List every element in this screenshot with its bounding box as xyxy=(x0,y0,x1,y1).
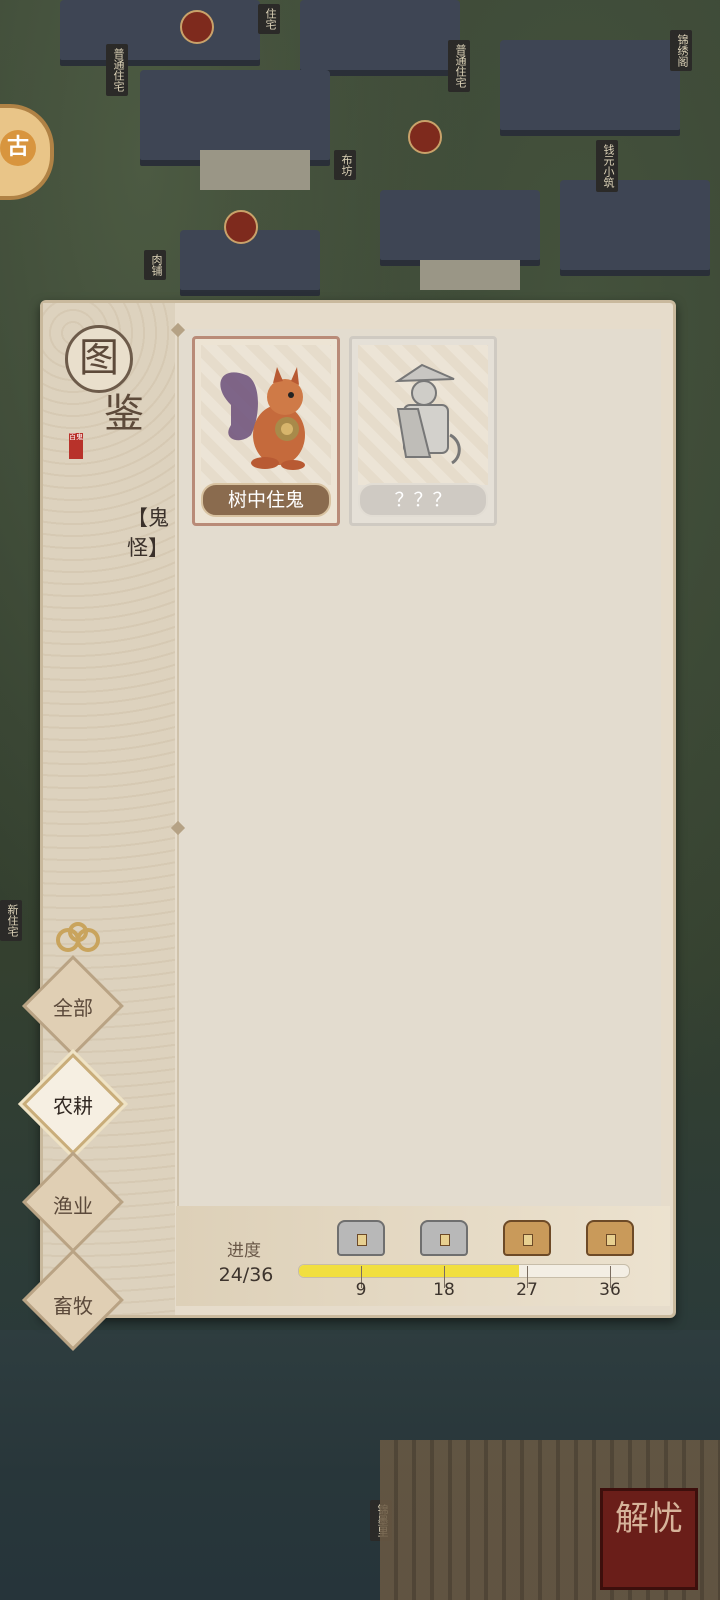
squirrel-icon xyxy=(201,345,331,485)
reward-chest-icon[interactable] xyxy=(420,1220,468,1256)
resident-marker[interactable] xyxy=(180,10,214,44)
building-roof xyxy=(300,0,460,70)
progress-label: 进度 xyxy=(227,1241,261,1261)
milestone-label: 36 xyxy=(599,1280,621,1300)
reward-chest-icon[interactable] xyxy=(337,1220,385,1256)
codex-title: 图 鉴 百鬼 xyxy=(65,325,155,459)
milestone-label: 27 xyxy=(516,1280,538,1300)
tab-farming-label[interactable]: 农耕 xyxy=(23,1090,123,1119)
tab-all-label[interactable]: 全部 xyxy=(23,992,123,1021)
codex-card-locked[interactable]: ？？？ xyxy=(349,336,497,526)
decorative-knot-icon xyxy=(54,922,102,962)
building-roof xyxy=(60,0,260,60)
progress-section: 进度 24/36 9 18 27 36 xyxy=(176,1206,670,1306)
building-roof xyxy=(380,190,540,260)
codex-panel: 图 鉴 百鬼 【鬼怪】 树中住鬼 ？？？ xyxy=(40,300,676,1318)
title-char-2: 鉴 xyxy=(104,391,144,437)
building-wall xyxy=(420,260,520,290)
map-sign[interactable]: 肉铺 xyxy=(144,250,166,280)
seal-text: 解忧 xyxy=(615,1499,683,1539)
reward-chest-icon[interactable] xyxy=(503,1220,551,1256)
category-label: 【鬼怪】 xyxy=(127,506,169,560)
tab-husbandry-label[interactable]: 畜牧 xyxy=(23,1290,123,1319)
progress-bar xyxy=(298,1264,630,1278)
map-sign[interactable]: 普通住宅 xyxy=(106,44,128,96)
red-stamp: 百鬼 xyxy=(69,433,83,459)
reward-chest-icon[interactable] xyxy=(586,1220,634,1256)
card-name: 树中住鬼 xyxy=(201,483,331,517)
map-sign[interactable]: 布坊 xyxy=(334,150,356,180)
building-roof xyxy=(500,40,680,130)
building-roof xyxy=(560,180,710,270)
coin-icon: 古 xyxy=(0,130,36,166)
milestone-label: 9 xyxy=(355,1280,367,1300)
card-name: ？？？ xyxy=(358,483,488,517)
building-wall xyxy=(200,150,310,190)
resident-marker[interactable] xyxy=(408,120,442,154)
resident-marker[interactable] xyxy=(224,210,258,244)
map-sign[interactable]: 住宅 xyxy=(258,4,280,34)
tab-fishing-label[interactable]: 渔业 xyxy=(23,1190,123,1219)
farmer-silhouette-icon xyxy=(358,345,488,485)
codex-card[interactable]: 树中住鬼 xyxy=(192,336,340,526)
map-sign[interactable]: 新住宅 xyxy=(0,900,22,941)
seal-button[interactable]: 解忧 xyxy=(600,1488,698,1590)
map-sign[interactable]: 锦绣阁 xyxy=(670,30,692,71)
map-sign[interactable]: 普通住宅 xyxy=(448,40,470,92)
milestone-label: 18 xyxy=(433,1280,455,1300)
building-roof xyxy=(140,70,330,160)
map-sign[interactable]: 钱元小筑 xyxy=(596,140,618,192)
progress-value: 24/36 xyxy=(218,1264,274,1286)
progress-bar-fill xyxy=(299,1265,519,1277)
